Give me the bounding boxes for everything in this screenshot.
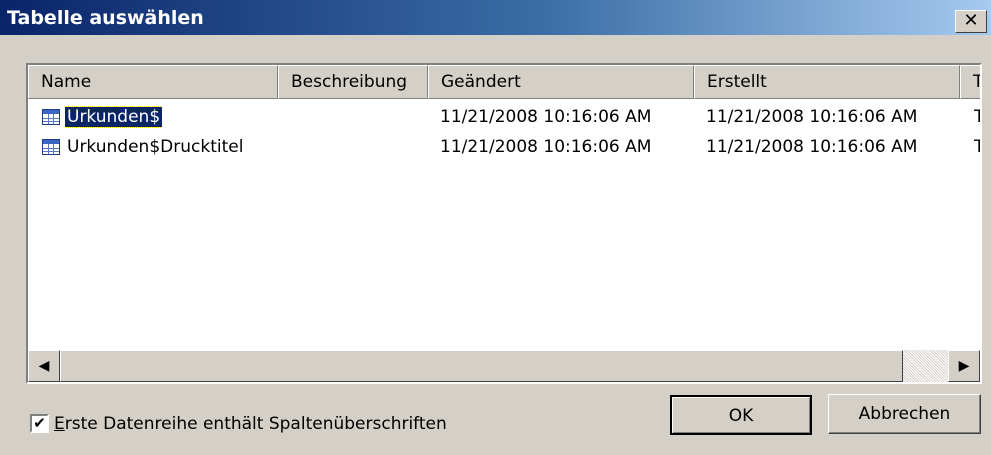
row-created: 11/21/2008 10:16:06 AM xyxy=(706,107,918,127)
ok-button[interactable]: OK xyxy=(670,395,812,435)
table-row[interactable]: Urkunden$Drucktitel 11/21/2008 10:16:06 … xyxy=(28,132,980,162)
table-list[interactable]: Name Beschreibung Geändert Erstellt T Ur… xyxy=(26,63,982,384)
row-name[interactable]: Urkunden$Drucktitel xyxy=(67,132,243,162)
column-header-created[interactable]: Erstellt xyxy=(694,65,960,99)
table-icon xyxy=(42,109,60,125)
column-header-modified[interactable]: Geändert xyxy=(428,65,694,99)
checkmark-icon: ✔ xyxy=(33,414,46,432)
header-row-checkbox-label[interactable]: Erste Datenreihe enthält Spaltenüberschr… xyxy=(54,410,447,438)
scroll-left-button[interactable]: ◀ xyxy=(28,350,60,382)
row-created: 11/21/2008 10:16:06 AM xyxy=(706,137,918,157)
column-header-type[interactable]: T xyxy=(960,65,980,99)
close-icon: ✕ xyxy=(963,10,979,31)
column-header-name[interactable]: Name xyxy=(28,65,278,99)
row-modified: 11/21/2008 10:16:06 AM xyxy=(440,137,652,157)
table-row[interactable]: Urkunden$ 11/21/2008 10:16:06 AM 11/21/2… xyxy=(28,102,980,132)
row-type: T xyxy=(974,132,980,162)
header-row-checkbox[interactable]: ✔ xyxy=(30,414,49,433)
close-button[interactable]: ✕ xyxy=(955,10,987,33)
column-header-description[interactable]: Beschreibung xyxy=(278,65,428,99)
row-name[interactable]: Urkunden$ xyxy=(65,106,163,128)
table-icon xyxy=(42,139,60,155)
label-text: rste Datenreihe enthält Spaltenüberschri… xyxy=(64,414,447,434)
row-type: T xyxy=(974,102,980,132)
dialog-title: Tabelle auswählen xyxy=(7,7,204,29)
arrow-left-icon: ◀ xyxy=(38,358,50,374)
select-table-dialog: Tabelle auswählen ✕ Name Beschreibung Ge… xyxy=(0,0,991,455)
list-header: Name Beschreibung Geändert Erstellt T xyxy=(28,65,980,99)
arrow-right-icon: ▶ xyxy=(958,358,970,374)
title-bar[interactable]: Tabelle auswählen ✕ xyxy=(0,0,991,35)
scrollbar-thumb[interactable] xyxy=(60,350,903,382)
row-modified: 11/21/2008 10:16:06 AM xyxy=(440,107,652,127)
horizontal-scrollbar[interactable]: ◀ ▶ xyxy=(28,350,980,382)
cancel-button[interactable]: Abbrechen xyxy=(828,394,981,434)
scroll-right-button[interactable]: ▶ xyxy=(948,350,980,382)
mnemonic-letter: E xyxy=(54,414,65,434)
